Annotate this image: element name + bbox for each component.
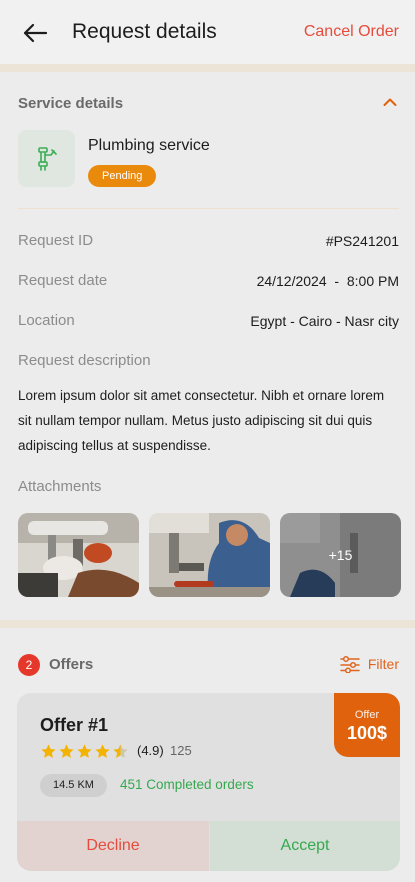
- rating-value: (4.9): [137, 743, 164, 758]
- divider: [18, 208, 399, 209]
- cancel-order-button[interactable]: Cancel Order: [304, 23, 399, 41]
- distance-badge: 14.5 KM: [40, 774, 107, 797]
- accept-button[interactable]: Accept: [210, 821, 400, 871]
- page-title: Request details: [72, 20, 217, 43]
- filter-sliders-icon: [340, 655, 360, 673]
- plumbing-icon-box: [18, 130, 75, 187]
- offer-price-value: 100$: [346, 723, 388, 743]
- star-icon: [77, 744, 92, 758]
- request-date-label: Request date: [18, 272, 108, 289]
- attachments-more-count: +15: [280, 513, 401, 597]
- request-id-value: #PS241201: [325, 233, 399, 249]
- filter-label: Filter: [367, 656, 399, 672]
- offer-title: Offer #1: [40, 715, 109, 735]
- request-description-text: Lorem ipsum dolor sit amet consectetur. …: [18, 388, 385, 453]
- request-date-value: 24/12/2024 - 8:00 PM: [256, 273, 399, 289]
- request-description-label: Request description: [18, 352, 151, 369]
- location-value: Egypt - Cairo - Nasr city: [250, 313, 399, 329]
- offer-price-tag: Offer 100$: [334, 693, 400, 757]
- star-icon: [59, 744, 74, 758]
- status-badge: Pending: [88, 165, 157, 187]
- star-icon: [95, 744, 110, 758]
- back-arrow-icon[interactable]: [22, 22, 48, 44]
- offer-price-label: Offer: [354, 709, 380, 721]
- decline-button[interactable]: Decline: [17, 821, 209, 871]
- offers-count-badge: 2: [18, 654, 40, 676]
- star-icon: [41, 744, 56, 758]
- attachments-label: Attachments: [18, 478, 102, 495]
- attachment-thumbnail[interactable]: [149, 513, 270, 597]
- offers-title: Offers: [49, 656, 94, 673]
- service-details-title: Service details: [18, 95, 124, 112]
- service-name: Plumbing service: [88, 137, 210, 154]
- star-half-icon: [113, 744, 128, 758]
- request-id-label: Request ID: [18, 232, 94, 249]
- section-separator: [0, 620, 415, 628]
- app-header: Request details Cancel Order: [0, 0, 415, 64]
- location-label: Location: [18, 312, 75, 329]
- completed-orders: 451 Completed orders: [120, 777, 254, 792]
- offer-card: Offer #1 (4.9) 125 14.5 KM 451 Completed…: [17, 693, 400, 871]
- section-separator: [0, 64, 415, 72]
- attachment-thumbnail-more[interactable]: +15: [280, 513, 401, 597]
- chevron-up-icon[interactable]: [383, 97, 397, 107]
- pipe-icon: [37, 146, 57, 171]
- attachment-thumbnail[interactable]: [18, 513, 139, 597]
- rating-stars: [40, 743, 129, 760]
- reviews-count: 125: [170, 743, 192, 758]
- filter-button[interactable]: Filter: [340, 655, 399, 673]
